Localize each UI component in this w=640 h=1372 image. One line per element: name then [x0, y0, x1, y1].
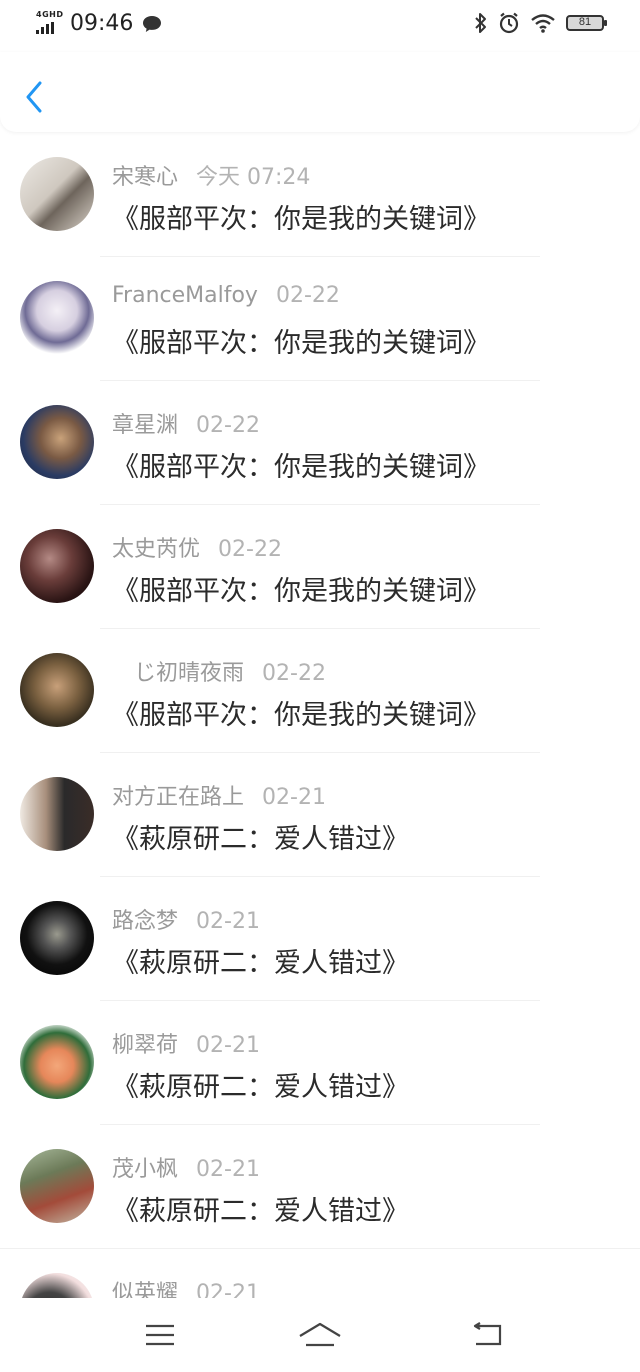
comment-meta: 似英耀 02-21: [112, 1275, 260, 1298]
list-item[interactable]: 柳翠荷 02-21 《萩原研二：爱人错过》: [0, 1001, 640, 1125]
list-item[interactable]: 路念梦 02-21 《萩原研二：爱人错过》: [0, 877, 640, 1001]
comment-meta: 对方正在路上 02-21: [112, 779, 326, 811]
list-item[interactable]: 似英耀 02-21: [0, 1249, 640, 1298]
avatar[interactable]: [20, 1149, 94, 1223]
signal-icon: [36, 22, 54, 34]
comment-date: 02-21: [196, 909, 260, 934]
back-icon: [473, 1322, 502, 1346]
avatar[interactable]: [20, 901, 94, 975]
avatar[interactable]: [20, 1025, 94, 1099]
username[interactable]: 似英耀: [112, 1281, 178, 1298]
comment-date: 02-22: [275, 283, 340, 308]
list-item[interactable]: 宋寒心 今天 07:24 《服部平次：你是我的关键词》: [0, 133, 640, 257]
comment-meta: FranceMalfoy 02-22: [112, 283, 340, 308]
username[interactable]: 章星渊: [112, 413, 178, 438]
avatar[interactable]: [20, 405, 94, 479]
comment-text: 《萩原研二：爱人错过》: [112, 1072, 409, 1103]
username[interactable]: FranceMalfoy: [112, 283, 258, 308]
comment-date: 02-21: [196, 1157, 260, 1182]
comment-meta: 章星渊 02-22: [112, 407, 260, 439]
avatar[interactable]: [20, 653, 94, 727]
username[interactable]: じ初晴夜雨: [112, 661, 244, 686]
list-item[interactable]: じ初晴夜雨 02-22 《服部平次：你是我的关键词》: [0, 629, 640, 753]
comment-text: 《服部平次：你是我的关键词》: [112, 204, 490, 235]
comment-date: 02-21: [262, 785, 326, 810]
list-item[interactable]: 章星渊 02-22 《服部平次：你是我的关键词》: [0, 381, 640, 505]
comment-meta: 太史芮优 02-22: [112, 531, 282, 563]
comment-date: 今天 07:24: [196, 165, 311, 190]
chevron-left-icon: [26, 81, 42, 113]
comment-meta: 路念梦 02-21: [112, 903, 260, 935]
wifi-icon: [531, 14, 555, 33]
status-bar: 4GHD 09:46 81: [0, 0, 640, 52]
back-button[interactable]: [18, 78, 50, 116]
comment-meta: 茂小枫 02-21: [112, 1151, 260, 1183]
comment-date: 02-22: [262, 661, 326, 686]
comment-text: 《服部平次：你是我的关键词》: [112, 328, 490, 359]
list-item[interactable]: 茂小枫 02-21 《萩原研二：爱人错过》: [0, 1125, 640, 1249]
comment-date: 02-21: [196, 1033, 260, 1058]
comment-meta: じ初晴夜雨 02-22: [112, 655, 326, 687]
comment-text: 《服部平次：你是我的关键词》: [112, 452, 490, 483]
home-icon: [299, 1322, 341, 1347]
username[interactable]: 太史芮优: [112, 537, 200, 562]
menu-icon: [146, 1324, 174, 1346]
comment-text: 《萩原研二：爱人错过》: [112, 1196, 409, 1227]
navigation-bar: [0, 1298, 640, 1372]
comment-text: 《服部平次：你是我的关键词》: [112, 700, 490, 731]
comment-meta: 柳翠荷 02-21: [112, 1027, 260, 1059]
list-item[interactable]: FranceMalfoy 02-22 《服部平次：你是我的关键词》: [0, 257, 640, 381]
avatar[interactable]: [20, 157, 94, 231]
avatar[interactable]: [20, 281, 94, 355]
status-icons: 81: [474, 12, 607, 34]
home-button[interactable]: [298, 1320, 342, 1350]
avatar[interactable]: [20, 777, 94, 851]
bluetooth-icon: [475, 13, 486, 33]
comment-date: 02-21: [196, 1281, 260, 1298]
username[interactable]: 茂小枫: [112, 1157, 178, 1182]
list-item[interactable]: 对方正在路上 02-21 《萩原研二：爱人错过》: [0, 753, 640, 877]
username[interactable]: 柳翠荷: [112, 1033, 178, 1058]
username[interactable]: 对方正在路上: [112, 785, 244, 810]
battery-icon: 81: [566, 15, 607, 31]
comment-text: 《服部平次：你是我的关键词》: [112, 576, 490, 607]
comment-date: 02-22: [218, 537, 282, 562]
comment-text: 《萩原研二：爱人错过》: [112, 948, 409, 979]
back-nav-button[interactable]: [468, 1320, 508, 1350]
avatar[interactable]: [20, 1273, 94, 1298]
network-type: 4GHD: [36, 10, 64, 19]
menu-button[interactable]: [140, 1320, 180, 1350]
username[interactable]: 路念梦: [112, 909, 178, 934]
comment-date: 02-22: [196, 413, 260, 438]
list-item[interactable]: 太史芮优 02-22 《服部平次：你是我的关键词》: [0, 505, 640, 629]
comment-list[interactable]: 宋寒心 今天 07:24 《服部平次：你是我的关键词》 FranceMalfoy 0…: [0, 133, 640, 1298]
comment-meta: 宋寒心 今天 07:24: [112, 159, 310, 191]
avatar[interactable]: [20, 529, 94, 603]
battery-level: 81: [578, 16, 592, 28]
comment-text: 《萩原研二：爱人错过》: [112, 824, 409, 855]
header: [0, 52, 640, 132]
username[interactable]: 宋寒心: [112, 165, 178, 190]
alarm-icon: [499, 12, 519, 34]
status-time: 09:46: [70, 11, 134, 36]
message-icon: [143, 16, 161, 32]
